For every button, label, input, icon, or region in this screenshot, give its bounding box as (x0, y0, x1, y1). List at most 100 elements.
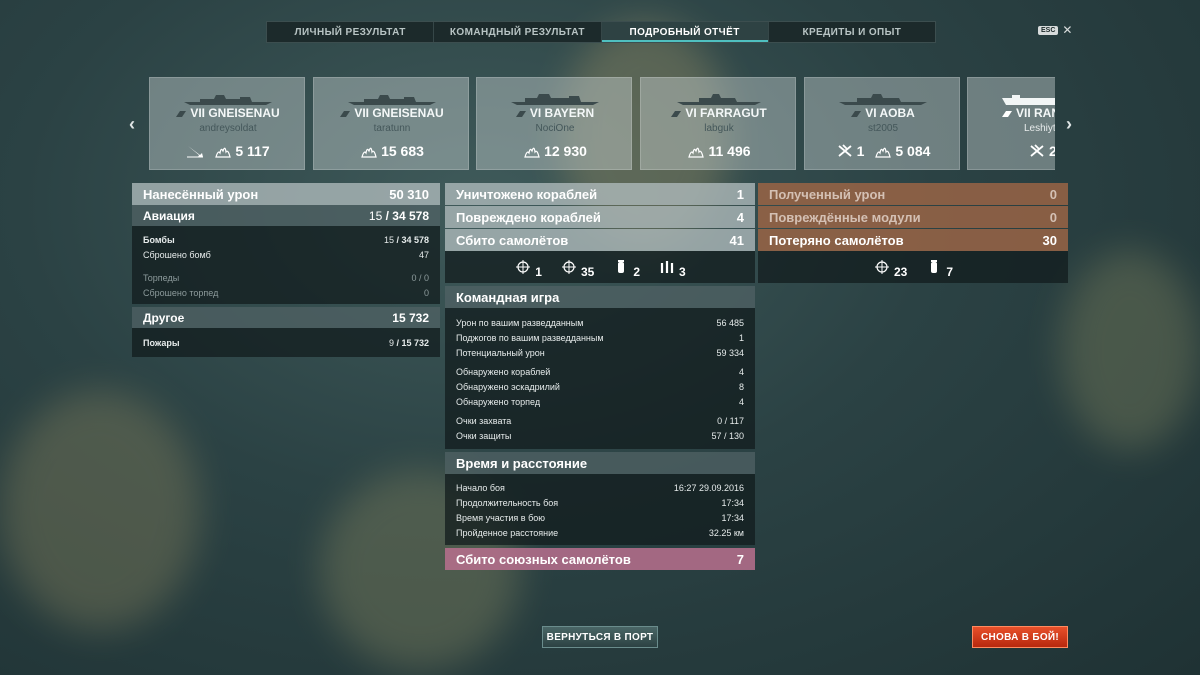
plane-down-icon (1030, 144, 1044, 157)
other-value: 15 732 (392, 310, 429, 325)
stat-planes-shot: 1 (836, 143, 864, 159)
time-distance-details: Начало боя 16:27 29.09.2016 Продолжительн… (445, 474, 755, 545)
ship-card[interactable]: VII GNEISENAU andreysoldat 5 117 (149, 77, 305, 170)
player-name: NociOne (535, 123, 575, 134)
stat-crosshair-secondary: 35 (560, 260, 594, 279)
crosshair-icon (874, 260, 889, 274)
team-row: Очки захвата 0 / 117 (456, 415, 744, 426)
ship-silhouette-icon (839, 94, 927, 105)
torpedoes-dropped-row: Сброшено торпед 0 (143, 287, 429, 298)
ship-name: VII GNEISENAU (150, 106, 306, 120)
bombs-dropped-row: Сброшено бомб 47 (143, 249, 429, 260)
ship-silhouette-icon (511, 94, 599, 105)
ship-card-stats: 11 496 (641, 143, 797, 159)
bombs-row: Бомбы 15 / 34 578 (143, 234, 429, 245)
aviation-value: 15 / 34 578 (368, 208, 429, 223)
stat-shells: 3 (658, 260, 686, 279)
time-row: Начало боя 16:27 29.09.2016 (456, 482, 744, 493)
ship-carousel: VII GNEISENAU andreysoldat 5 117 VII GNE… (149, 77, 1055, 170)
time-row: Продолжительность боя 17:34 (456, 497, 744, 508)
other-header: Другое 15 732 (132, 307, 440, 328)
team-row: Обнаружено торпед 4 (456, 396, 744, 407)
fires-row: Пожары 9 / 15 732 (143, 337, 429, 348)
player-name: Leshiyt (1024, 123, 1055, 134)
ship-silhouette-icon (677, 94, 761, 105)
ship-silhouette-icon (1002, 95, 1055, 105)
return-to-port-button[interactable]: ВЕРНУТЬСЯ В ПОРТ (542, 626, 658, 648)
fire-icon (688, 147, 705, 158)
torpedoes-row: Торпеды 0 / 0 (143, 272, 429, 283)
player-name: andreysoldat (199, 123, 257, 134)
tier-flag-icon (340, 110, 351, 117)
battle-again-button[interactable]: СНОВА В БОЙ! (972, 626, 1068, 648)
close-button[interactable]: ESC ✕ (1038, 23, 1073, 37)
tier-flag-icon (671, 110, 682, 117)
time-row: Время участия в бою 17:34 (456, 512, 744, 523)
player-name: st2005 (867, 123, 899, 134)
tab-credits-xp[interactable]: КРЕДИТЫ И ОПЫТ (769, 22, 935, 42)
map-island (1060, 250, 1200, 450)
ship-silhouette-icon (348, 95, 436, 105)
team-play-header: Командная игра (445, 286, 755, 308)
ship-name: VII GNEISENAU (314, 106, 470, 120)
stat-bomb-lost: 7 (925, 260, 953, 279)
tab-team-result[interactable]: КОМАНДНЫЙ РЕЗУЛЬТАТ (434, 22, 602, 42)
stat-fire-damage: 11 496 (687, 143, 751, 159)
close-icon: ✕ (1062, 23, 1073, 37)
damage-dealt-panel: Нанесённый урон 50 310 Авиация 15 / 34 5… (132, 183, 440, 357)
ship-silhouette-icon (184, 95, 272, 105)
ship-card-stats: 1 5 084 (805, 143, 961, 159)
ship-name: VI AOBA (805, 106, 961, 120)
stat-ship-sunk (186, 144, 204, 158)
ship-name: VI FARRAGUT (641, 106, 797, 120)
team-row: Потенциальный урон 59 334 (456, 347, 744, 358)
stat-bomb: 2 (612, 260, 640, 279)
fire-icon (875, 147, 892, 158)
aviation-header: Авиация 15 / 34 578 (132, 205, 440, 226)
fire-icon (215, 147, 232, 158)
player-name: labguk (704, 123, 734, 134)
tier-flag-icon (176, 110, 187, 117)
tier-flag-icon (1002, 110, 1012, 117)
carousel-prev-button[interactable]: ‹ (125, 114, 139, 134)
planes-lost-row: Потеряно самолётов 30 (758, 229, 1068, 251)
damaged-modules-row: Повреждённые модули 0 (758, 206, 1068, 228)
received-damage-row: Полученный урон 0 (758, 183, 1068, 205)
other-label: Другое (143, 310, 185, 325)
team-play-details: Урон по вашим разведданным 56 485 Поджого… (445, 308, 755, 449)
ship-card[interactable]: VI FARRAGUT labguk 11 496 (640, 77, 796, 170)
team-row: Очки защиты 57 / 130 (456, 430, 744, 441)
plane-down-icon (838, 144, 852, 157)
ship-card[interactable]: VI AOBA st2005 1 5 084 (804, 77, 960, 170)
crosshair-icon (516, 260, 531, 274)
tier-flag-icon (515, 110, 526, 117)
esc-key-label: ESC (1038, 25, 1059, 35)
ship-card[interactable]: VII RAN Leshiyt 2 (967, 77, 1055, 170)
combat-stats-panel: Уничтожено кораблей 1 Повреждено корабле… (445, 183, 755, 570)
tab-detailed-report[interactable]: ПОДРОБНЫЙ ОТЧЁТ (601, 22, 769, 42)
fire-icon (524, 147, 540, 158)
damage-received-panel: Полученный урон 0 Повреждённые модули 0 … (758, 183, 1068, 283)
ships-destroyed-row: Уничтожено кораблей 1 (445, 183, 755, 205)
ship-name: VI BAYERN (477, 106, 633, 120)
stat-fire-damage: 5 117 (214, 143, 270, 159)
ship-name: VII RAN (968, 106, 1055, 120)
planes-lost-breakdown: 23 7 (758, 251, 1068, 283)
shells-icon (660, 261, 674, 273)
damage-dealt-value: 50 310 (389, 186, 429, 202)
stat-crosshair-primary: 1 (514, 260, 542, 279)
team-row: Поджогов по вашим разведданным 1 (456, 332, 744, 343)
ship-card[interactable]: VII GNEISENAU taratunn 15 683 (313, 77, 469, 170)
time-row: Пройденное расстояние 32.25 км (456, 527, 744, 538)
planes-shot-row: Сбито самолётов 41 (445, 229, 755, 251)
tab-personal-result[interactable]: ЛИЧНЫЙ РЕЗУЛЬТАТ (267, 22, 435, 42)
crosshair-icon (561, 260, 576, 274)
ship-card[interactable]: VI BAYERN NociOne 12 930 (476, 77, 632, 170)
carousel-next-button[interactable]: › (1062, 114, 1076, 134)
damage-dealt-label: Нанесённый урон (143, 186, 259, 202)
stat-fire-damage: 12 930 (523, 143, 587, 159)
player-name: taratunn (373, 123, 411, 134)
stat-fire-damage: 5 084 (874, 143, 930, 159)
damage-dealt-header: Нанесённый урон 50 310 (132, 183, 440, 205)
fire-icon (361, 147, 377, 158)
